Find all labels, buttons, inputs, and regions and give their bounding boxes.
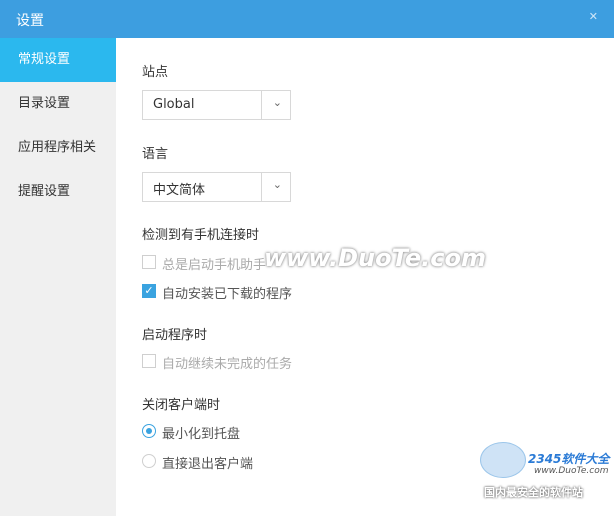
title-bar: 设置 ✕: [0, 0, 614, 38]
close-icon[interactable]: ✕: [589, 10, 598, 23]
sidebar: 常规设置 目录设置 应用程序相关 提醒设置: [0, 38, 116, 516]
close-client-label: 关闭客户端时: [142, 398, 221, 413]
logo-brand: 2345软件大全: [528, 452, 610, 466]
minimize-to-tray-radio[interactable]: [142, 424, 156, 438]
auto-resume-checkbox[interactable]: [142, 354, 156, 368]
language-select[interactable]: 中文简体 ⌄: [142, 172, 291, 202]
exit-directly-text: 直接退出客户端: [162, 457, 254, 472]
minimize-to-tray-text: 最小化到托盘: [162, 427, 241, 442]
always-open-helper-text: 总是启动手机助手: [162, 258, 267, 273]
logo-slogan: 国内最安全的软件站: [484, 486, 583, 499]
checkmark-icon: ✓: [144, 284, 154, 297]
chevron-down-icon: ⌄: [272, 96, 282, 109]
exit-directly-radio[interactable]: [142, 454, 156, 468]
radio-dot: [146, 428, 152, 434]
mascot-icon: [480, 442, 526, 478]
phone-connect-label: 检测到有手机连接时: [142, 228, 260, 243]
sidebar-item-directory[interactable]: 目录设置: [0, 82, 116, 126]
language-label: 语言: [142, 147, 169, 162]
window-title: 设置: [16, 13, 44, 29]
auto-install-checkbox[interactable]: ✓: [142, 284, 156, 298]
chevron-down-icon: ⌄: [272, 178, 282, 191]
sidebar-item-general[interactable]: 常规设置: [0, 38, 116, 82]
site-label: 站点: [142, 65, 169, 80]
site-select[interactable]: Global ⌄: [142, 90, 291, 120]
logo-site: www.DuoTe.com: [534, 466, 609, 476]
sidebar-item-apps[interactable]: 应用程序相关: [0, 126, 116, 170]
always-open-helper-checkbox[interactable]: [142, 255, 156, 269]
site-logo: 2345软件大全 www.DuoTe.com 国内最安全的软件站: [476, 440, 610, 508]
select-divider: [261, 173, 262, 201]
watermark: www.DuoTe.com: [264, 244, 486, 272]
auto-install-text: 自动安装已下载的程序: [162, 287, 293, 302]
select-divider: [261, 91, 262, 119]
language-select-value: 中文简体: [153, 183, 206, 198]
auto-resume-text: 自动继续未完成的任务: [162, 357, 293, 372]
startup-label: 启动程序时: [142, 328, 208, 343]
sidebar-item-reminders[interactable]: 提醒设置: [0, 170, 116, 214]
site-select-value: Global: [153, 97, 195, 112]
